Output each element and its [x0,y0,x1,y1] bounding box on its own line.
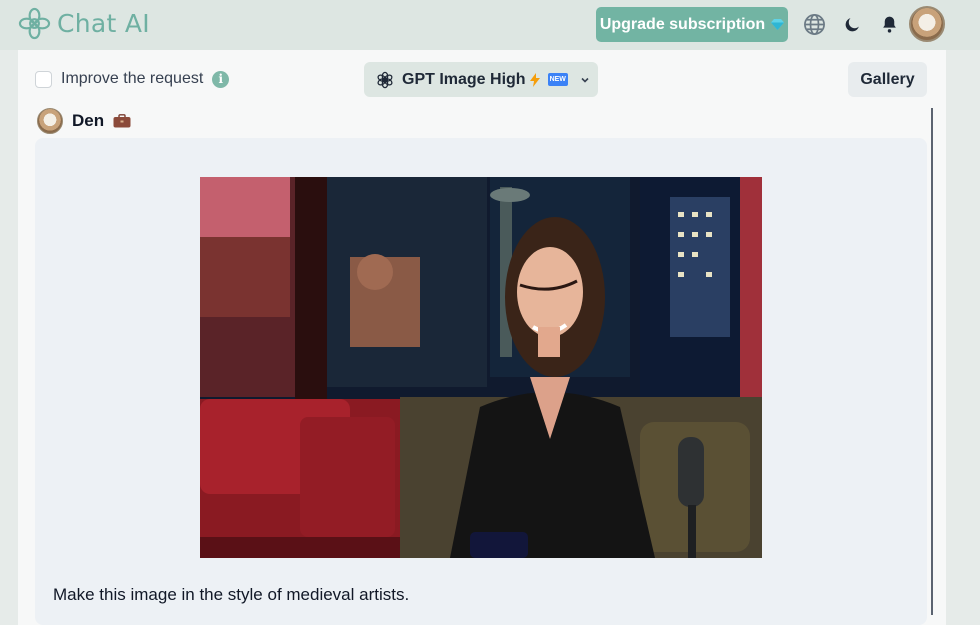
info-icon[interactable]: i [212,70,230,88]
photo-illustration [200,177,762,558]
chevron-down-icon [581,77,589,83]
top-bar: Chat AI Upgrade subscription [0,0,980,50]
lightning-icon [529,72,540,87]
improve-request-label: Improve the request [61,70,204,87]
user-avatar[interactable] [909,6,945,42]
upgrade-subscription-button[interactable]: Upgrade subscription [596,7,788,42]
user-avatar-small [37,108,63,134]
briefcase-icon [113,114,131,128]
diamond-icon [771,19,785,30]
app-name: Chat AI [57,9,150,38]
new-badge: NEW [547,73,568,86]
improve-request-toggle[interactable]: Improve the request i [35,70,230,88]
attached-image[interactable] [200,177,762,558]
message-bubble: Make this image in the style of medieval… [35,138,927,625]
chat-ai-logo-icon [18,7,51,40]
scrollbar[interactable] [931,108,933,615]
chat-panel: Improve the request i GPT Image High NEW… [18,50,946,625]
globe-icon[interactable] [802,12,826,36]
message-text: Make this image in the style of medieval… [53,585,410,604]
app-logo[interactable]: Chat AI [18,7,150,40]
message-header: Den [37,108,131,134]
bell-icon[interactable] [877,12,901,36]
improve-request-checkbox[interactable] [35,70,52,88]
user-name: Den [72,111,105,130]
moon-icon[interactable] [840,12,864,36]
gallery-button[interactable]: Gallery [848,62,927,97]
upgrade-label: Upgrade subscription [599,15,766,33]
model-selector[interactable]: GPT Image High NEW [364,62,598,97]
openai-icon [377,71,393,88]
model-name: GPT Image High [402,70,526,88]
